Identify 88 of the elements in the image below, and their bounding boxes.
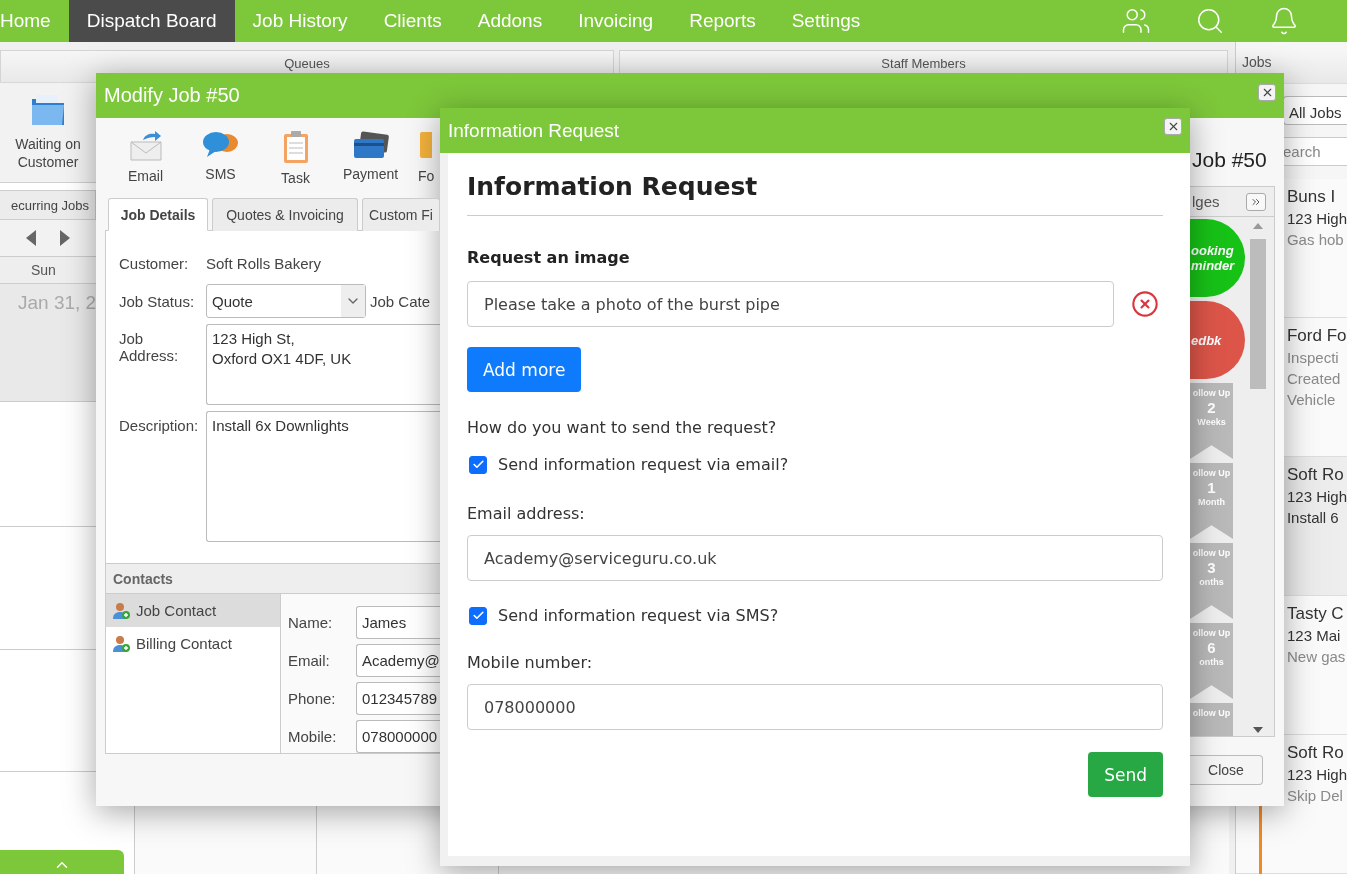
nav-item[interactable]: Dispatch Board <box>68 0 235 42</box>
job-card-text: Gas hob <box>1286 230 1345 250</box>
form-heading: Information Request <box>467 172 1163 216</box>
close-button[interactable] <box>1164 118 1182 135</box>
dialog-title: Information Request <box>448 119 620 142</box>
field-label: Job Status: <box>119 292 196 310</box>
date-label: Jan 31, 2 <box>18 292 97 313</box>
scroll-down-icon[interactable] <box>1253 727 1263 733</box>
field-label: Name: <box>288 614 334 631</box>
job-card-text: 123 Mai <box>1286 626 1342 646</box>
envelope-icon <box>128 130 163 162</box>
speech-bubbles-icon <box>201 130 240 160</box>
toolbar-button[interactable]: Task <box>258 130 333 198</box>
status-select[interactable]: Quote <box>206 284 366 318</box>
add-more-button[interactable]: Add more <box>467 347 582 392</box>
field-label: Description: <box>119 416 200 434</box>
queue-tile[interactable]: Waiting on Customer <box>0 83 96 183</box>
job-card-text: 123 High <box>1286 487 1347 507</box>
job-card-text: Tasty C <box>1286 603 1345 625</box>
toolbar-button[interactable]: Payment <box>333 130 408 198</box>
tab[interactable]: Job Details <box>108 198 208 231</box>
question-text: How do you want to send the request? <box>467 418 778 437</box>
job-card-text: Soft Ro <box>1286 464 1345 486</box>
customer-name: Soft Rolls Bakery <box>206 254 323 274</box>
job-card-text: Soft Ro <box>1286 742 1345 764</box>
contact-label: Job Contact <box>136 602 217 619</box>
contact-field[interactable]: James <box>356 606 440 639</box>
mobile-field[interactable]: 078000000 <box>467 684 1163 730</box>
checkbox[interactable] <box>469 606 487 625</box>
contact-field[interactable]: 012345789 <box>356 682 440 715</box>
toolbar-button[interactable]: SMS <box>183 130 258 198</box>
tab[interactable]: Quotes & Invoicing <box>212 198 358 231</box>
contact-field[interactable]: 078000000 <box>356 720 440 753</box>
previous-arrow-icon[interactable] <box>26 230 36 246</box>
toolbar-button[interactable]: Email <box>108 130 183 198</box>
recurring-jobs-button[interactable]: ecurring Jobs <box>0 190 96 220</box>
job-card-text: 123 High <box>1286 209 1347 229</box>
checkbox[interactable] <box>469 455 487 474</box>
remove-icon[interactable] <box>1131 290 1159 318</box>
clipboard-icon <box>281 130 310 164</box>
next-arrow-icon[interactable] <box>60 230 70 246</box>
tab[interactable]: Custom Fi <box>362 198 440 231</box>
person-add-icon <box>112 601 130 620</box>
jobs-title: Jobs <box>1241 54 1272 70</box>
check-icon <box>471 458 485 471</box>
toolbar-button[interactable]: Fo <box>408 130 440 198</box>
email-field[interactable]: Academy@serviceguru.co.uk <box>467 535 1163 581</box>
section-label: Request an image <box>467 248 631 267</box>
person-add-icon <box>112 634 130 653</box>
badges-title: lges <box>1192 193 1220 210</box>
job-card-text: 123 High <box>1286 765 1347 785</box>
field-label: Job Cate <box>370 292 431 310</box>
job-card-text: Ford Fo <box>1286 325 1347 347</box>
field-label: Mobile: <box>288 728 338 745</box>
credit-card-icon <box>351 130 390 160</box>
scroll-up-icon[interactable] <box>1253 223 1263 229</box>
job-card-text: New gas <box>1286 647 1347 667</box>
scrollbar[interactable] <box>1249 223 1267 733</box>
field-label: Customer: <box>119 255 190 272</box>
job-card-text: Buns I <box>1286 186 1337 208</box>
field-label: Mobile number: <box>467 653 594 672</box>
image-request-field[interactable]: Please take a photo of the burst pipe <box>467 281 1114 327</box>
field-label: Email: <box>288 652 331 669</box>
field-label: Job Address: <box>119 329 180 364</box>
close-button[interactable] <box>1258 84 1276 101</box>
contact-label: Billing Contact <box>136 635 232 652</box>
contact-item[interactable]: Job Contact <box>106 594 280 627</box>
contact-item[interactable]: Billing Contact <box>106 627 280 660</box>
job-card-text: Skip Del <box>1286 786 1344 806</box>
contacts-header: Contacts <box>106 563 440 594</box>
checkbox-label: Send information request via email? <box>498 455 789 474</box>
job-card-text: Created <box>1286 369 1342 389</box>
contact-field[interactable]: Academy@ <box>356 644 440 677</box>
jobs-filter-select[interactable]: All Jobs <box>1282 95 1347 126</box>
job-card-text: Inspecti <box>1286 348 1340 368</box>
expand-button[interactable] <box>1246 192 1266 211</box>
day-header: Sun <box>31 262 56 278</box>
checkbox-label: Send information request via SMS? <box>498 606 779 625</box>
job-card-text: Vehicle <box>1286 390 1337 410</box>
field-label: Phone: <box>288 690 337 707</box>
badge[interactable]: edbk <box>1190 301 1245 379</box>
job-card-text: Install 6 <box>1286 508 1340 528</box>
field-label: Email address: <box>467 504 586 523</box>
check-icon <box>471 609 485 622</box>
close-button[interactable]: Close <box>1190 755 1263 785</box>
job-heading: Job #50 <box>1192 148 1268 172</box>
queue-label: Waiting on Customer <box>14 135 82 171</box>
dialog-title: Modify Job #50 <box>104 84 240 107</box>
